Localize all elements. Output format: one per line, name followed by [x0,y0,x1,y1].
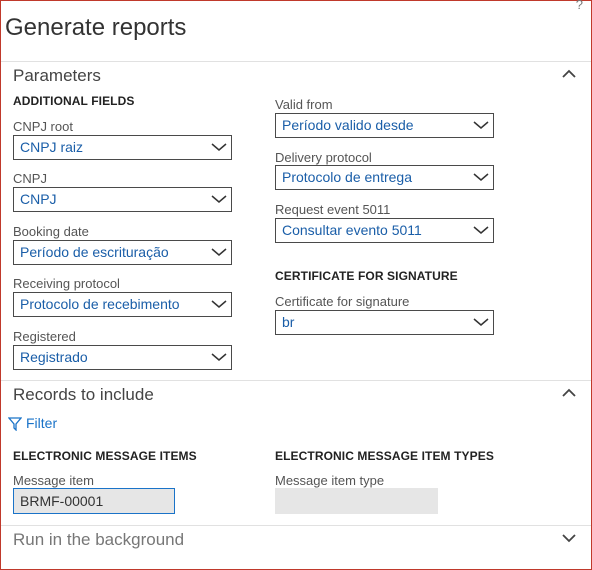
cnpj-value: CNPJ [20,191,57,207]
valid-from-label: Valid from [275,97,333,112]
chevron-down-icon [473,121,489,129]
chevron-down-icon [211,248,227,256]
additional-fields-heading: ADDITIONAL FIELDS [13,94,135,108]
registered-value: Registrado [20,349,88,365]
delivery-protocol-select[interactable]: Protocolo de entrega [275,165,494,190]
background-section-header[interactable]: Run in the background [1,525,591,551]
delivery-protocol-value: Protocolo de entrega [282,169,412,185]
chevron-up-icon[interactable] [561,386,577,400]
request-event-value: Consultar evento 5011 [282,222,422,238]
registered-label: Registered [13,329,76,344]
chevron-down-icon [211,353,227,361]
message-item-label: Message item [13,473,94,488]
dialog-frame: ? Generate reports Parameters ADDITIONAL… [0,0,592,570]
message-items-heading: ELECTRONIC MESSAGE ITEMS [13,449,197,463]
certificate-value: br [282,314,295,330]
valid-from-value: Período valido desde [282,117,414,133]
request-event-label: Request event 5011 [275,202,391,217]
records-section-title: Records to include [13,385,154,404]
message-item-types-heading: ELECTRONIC MESSAGE ITEM TYPES [275,449,494,463]
certificate-select[interactable]: br [275,310,494,335]
parameters-section-title: Parameters [13,66,101,85]
background-section-title: Run in the background [13,530,185,549]
cnpj-root-label: CNPJ root [13,119,73,134]
registered-select[interactable]: Registrado [13,345,232,370]
filter-icon [8,417,22,431]
parameters-section-header[interactable]: Parameters [1,61,591,87]
chevron-down-icon[interactable] [561,531,577,545]
delivery-protocol-label: Delivery protocol [275,150,372,165]
cnpj-root-value: CNPJ raiz [20,139,84,155]
message-item-input[interactable]: BRMF-00001 [13,488,175,514]
message-item-type-label: Message item type [275,473,385,488]
cnpj-root-select[interactable]: CNPJ raiz [13,135,232,160]
message-item-type-input[interactable] [275,488,438,514]
receiving-protocol-select[interactable]: Protocolo de recebimento [13,292,232,317]
chevron-up-icon[interactable] [561,67,577,81]
receiving-protocol-label: Receiving protocol [13,276,120,291]
booking-date-select[interactable]: Período de escrituração [13,240,232,265]
chevron-down-icon [473,173,489,181]
filter-label: Filter [26,415,58,431]
booking-date-label: Booking date [13,224,89,239]
chevron-down-icon [211,195,227,203]
page-title: Generate reports [5,14,187,41]
records-section-header[interactable]: Records to include [1,380,591,406]
certificate-heading: CERTIFICATE FOR SIGNATURE [275,269,458,283]
chevron-down-icon [211,143,227,151]
help-icon[interactable]: ? [576,0,583,12]
chevron-down-icon [211,300,227,308]
receiving-protocol-value: Protocolo de recebimento [20,296,180,312]
cnpj-select[interactable]: CNPJ [13,187,232,212]
chevron-down-icon [473,226,489,234]
chevron-down-icon [473,318,489,326]
cnpj-label: CNPJ [13,171,47,186]
valid-from-select[interactable]: Período valido desde [275,113,494,138]
request-event-select[interactable]: Consultar evento 5011 [275,218,494,243]
booking-date-value: Período de escrituração [20,244,169,260]
certificate-label: Certificate for signature [275,294,410,309]
